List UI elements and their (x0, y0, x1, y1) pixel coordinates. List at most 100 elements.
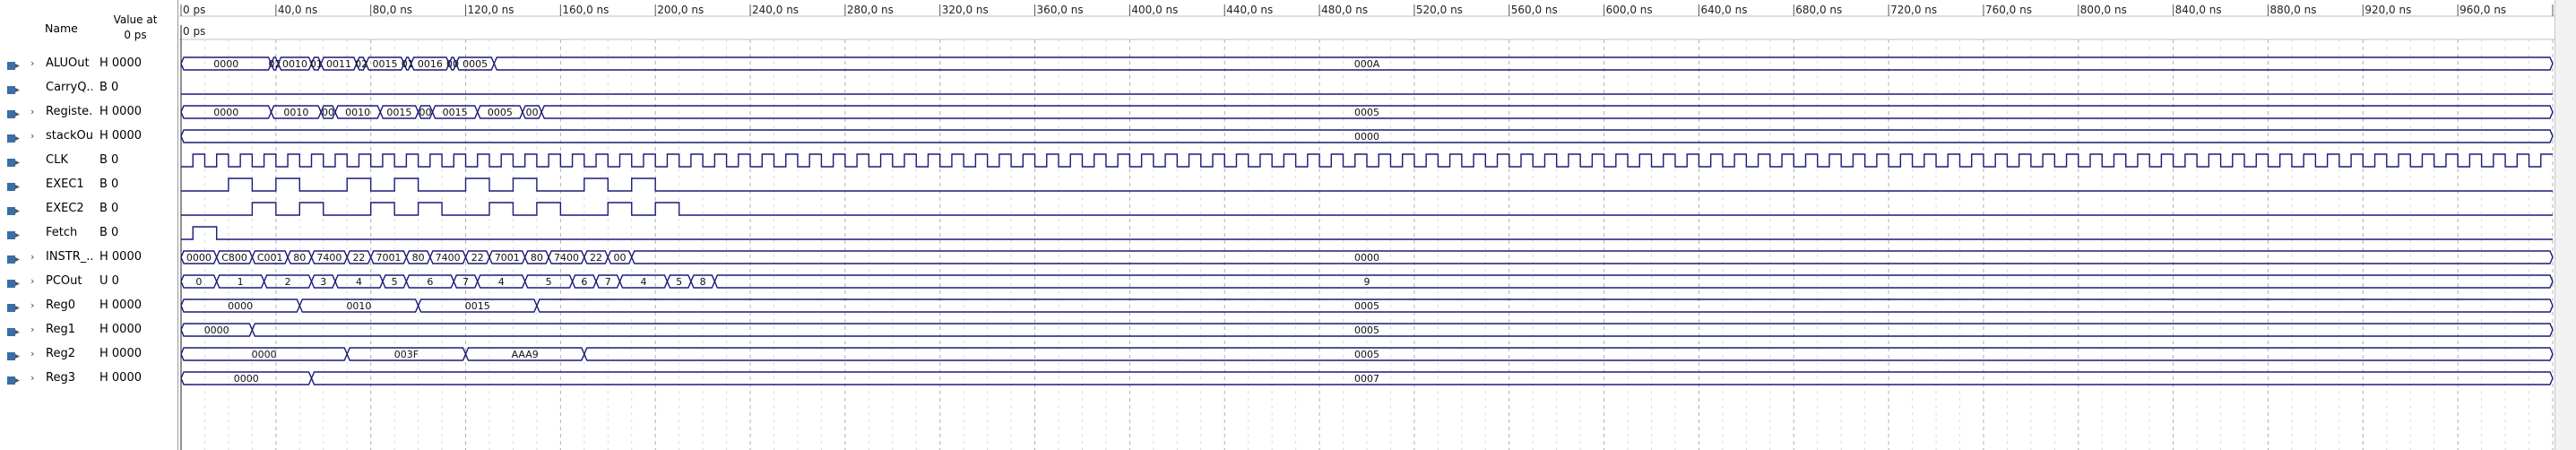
bus-segment (310, 371, 2554, 385)
bit-input-icon (6, 155, 21, 167)
expand-chevron-icon[interactable]: › (30, 57, 34, 69)
time-tick-label: 840,0 ns (2175, 4, 2222, 16)
bus-value-label: 2 (285, 276, 291, 288)
bus-value-label: 0000 (1354, 131, 1379, 143)
time-tick-label: 0 ps (183, 4, 205, 16)
signal-row[interactable]: › Reg0 H 0000 (0, 294, 177, 318)
expand-chevron-icon[interactable]: › (30, 106, 34, 117)
bus-value-label: 0000 (213, 107, 238, 118)
bus-segment (540, 105, 2554, 119)
bus-value-label: 80 (293, 252, 306, 264)
expand-chevron-icon[interactable]: › (30, 299, 34, 311)
signal-list-panel: Name Value at 0 ps › ALUOut H 0000 CarryQ..… (0, 0, 178, 450)
signal-row[interactable]: › PCOut U 0 (0, 270, 177, 294)
bus-value-label: 80 (412, 252, 425, 264)
bus-value-label: 0015 (386, 107, 411, 118)
vertical-scrollbar[interactable] (2554, 0, 2576, 450)
time-tick-label: 680,0 ns (1795, 4, 1842, 16)
bus-value-label: 22 (590, 252, 602, 264)
bus-value-label: 0000 (204, 325, 229, 336)
signal-name: CLK (46, 153, 68, 167)
bus-value-label: 4 (640, 276, 646, 288)
bus-value-label: 7 (605, 276, 611, 288)
expand-chevron-icon[interactable]: › (30, 372, 34, 384)
bus-value-label: 6 (581, 276, 587, 288)
bus-value-label: 00 (614, 252, 627, 264)
bit-output-icon (6, 82, 21, 94)
signal-row[interactable]: › Reg3 H 0000 (0, 367, 177, 391)
time-tick-label: 560,0 ns (1511, 4, 1558, 16)
signal-value: H 0000 (99, 371, 142, 385)
signal-row[interactable]: Fetch B 0 (0, 221, 177, 246)
bus-value-label: 22 (471, 252, 484, 264)
signal-row[interactable]: CarryQ... B 0 (0, 76, 177, 100)
bus-value-label: 0005 (1354, 349, 1379, 360)
bus-value-label: 0000 (252, 349, 277, 360)
signal-value: H 0000 (99, 347, 142, 360)
time-tick-label: 880,0 ns (2269, 4, 2316, 16)
bus-value-label: 7400 (554, 252, 579, 264)
bus-segment (630, 250, 2554, 264)
bus-value-label: 0015 (373, 58, 398, 70)
expand-chevron-icon[interactable]: › (30, 348, 34, 359)
signal-row[interactable]: › ALUOut H 0000 (0, 52, 177, 76)
time-tick-label: 640,0 ns (1700, 4, 1747, 16)
time-tick-label: 960,0 ns (2459, 4, 2506, 16)
signal-value: H 0000 (99, 323, 142, 336)
bus-output-icon (6, 58, 21, 70)
bus-value-label: 22 (352, 252, 365, 264)
bus-value-label: 0005 (488, 107, 513, 118)
expand-chevron-icon[interactable]: › (30, 324, 34, 335)
bus-value-label: 8 (700, 276, 706, 288)
signal-value: H 0000 (99, 250, 142, 264)
time-tick-label: 600,0 ns (1606, 4, 1653, 16)
bus-segment (251, 323, 2554, 337)
signal-value: H 0000 (99, 129, 142, 143)
signal-row[interactable]: EXEC2 B 0 (0, 197, 177, 221)
bus-value-label: 00 (526, 107, 539, 118)
expand-chevron-icon[interactable]: › (30, 275, 34, 287)
bus-value-label: 6 (427, 276, 433, 288)
bus-value-label: 0000 (228, 300, 253, 312)
signal-row[interactable]: › Reg2 H 0000 (0, 342, 177, 367)
signal-row[interactable]: EXEC1 B 0 (0, 173, 177, 197)
bus-value-label: 9 (1364, 276, 1370, 288)
signal-value: U 0 (99, 274, 119, 288)
bus-value-label: 4 (498, 276, 505, 288)
signal-value: B 0 (99, 226, 119, 239)
bus-segment (713, 274, 2554, 289)
time-tick-label: 720,0 ns (1890, 4, 1937, 16)
signal-name: CarryQ... (46, 81, 92, 94)
signal-row[interactable]: › Reg1 H 0000 (0, 318, 177, 342)
expand-chevron-icon[interactable]: › (30, 130, 34, 142)
bus-output-icon (6, 131, 21, 143)
expand-chevron-icon[interactable]: › (30, 251, 34, 263)
time-tick-label: 800,0 ns (2080, 4, 2127, 16)
signal-row[interactable]: › INSTR_... H 0000 (0, 246, 177, 270)
signal-row[interactable]: › Registe... H 0000 (0, 100, 177, 125)
bus-output-icon (6, 325, 21, 336)
bus-output-icon (6, 373, 21, 385)
signal-row[interactable]: CLK B 0 (0, 149, 177, 173)
signal-value: H 0000 (99, 56, 142, 70)
bus-value-label: 7 (462, 276, 469, 288)
bus-value-label: 7001 (495, 252, 520, 264)
bus-value-label: 0000 (186, 252, 212, 264)
waveform-canvas[interactable]: 0 ps 40,0 ns 80,0 ns 120,0 ns 160,0 ns 200,0 … (179, 0, 2576, 450)
bus-value-label: 7400 (316, 252, 341, 264)
signal-value: B 0 (99, 153, 119, 167)
bus-value-label: 0010 (345, 107, 370, 118)
bus-value-label: 0011 (326, 58, 351, 70)
signal-row[interactable]: › stackOut H 0000 (0, 125, 177, 149)
signal-value: B 0 (99, 81, 119, 94)
time-tick-label: 360,0 ns (1037, 4, 1084, 16)
signal-name: PCOut (46, 274, 82, 288)
bus-value-label: 7001 (376, 252, 402, 264)
bus-value-label: 0010 (346, 300, 371, 312)
bus-output-icon (6, 349, 21, 360)
signal-name: Registe... (46, 105, 92, 118)
bit-output-icon (6, 179, 21, 191)
bus-value-label: 80 (531, 252, 543, 264)
bus-segment (493, 56, 2554, 71)
time-tick-label: 480,0 ns (1321, 4, 1368, 16)
